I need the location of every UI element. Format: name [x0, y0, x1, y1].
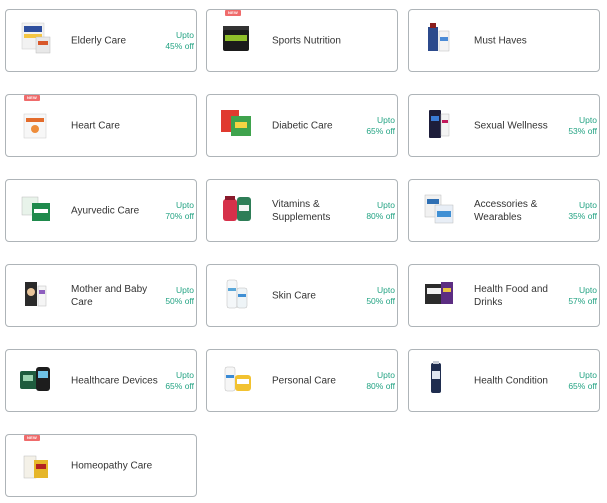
- vitamins-supplements-product-icon: [217, 187, 259, 231]
- discount-label: Upto 80% off: [366, 369, 395, 391]
- category-card-elderly-care[interactable]: Elderly Care Upto 45% off: [5, 9, 197, 72]
- category-card-sports-nutrition[interactable]: NEW Sports Nutrition: [206, 9, 398, 72]
- sports-nutrition-product-icon: [217, 17, 259, 61]
- category-name: Skin Care: [272, 290, 316, 301]
- new-badge: NEW: [24, 435, 40, 441]
- healthcare-devices-product-icon: [16, 357, 58, 401]
- new-badge: NEW: [24, 95, 40, 101]
- category-name: Diabetic Care: [272, 120, 333, 131]
- category-name: Health Food and Drinks: [474, 283, 548, 308]
- category-card-health-food-drinks[interactable]: Health Food and Drinks Upto 57% off: [408, 264, 600, 327]
- heart-care-product-icon: [16, 102, 58, 146]
- category-card-accessories-wearables[interactable]: Accessories & Wearables Upto 35% off: [408, 179, 600, 242]
- discount-label: Upto 70% off: [165, 199, 194, 221]
- skin-care-product-icon: [217, 272, 259, 316]
- discount-label: Upto 65% off: [366, 114, 395, 136]
- elderly-care-product-icon: [16, 17, 58, 61]
- discount-label: Upto 45% off: [165, 29, 194, 51]
- category-card-mother-baby-care[interactable]: Mother and Baby Care Upto 50% off: [5, 264, 197, 327]
- category-card-personal-care[interactable]: Personal Care Upto 80% off: [206, 349, 398, 412]
- category-card-vitamins-supplements[interactable]: Vitamins & Supplements Upto 80% off: [206, 179, 398, 242]
- category-card-health-condition[interactable]: Health Condition Upto 65% off: [408, 349, 600, 412]
- must-haves-product-icon: [419, 17, 461, 61]
- discount-label: Upto 53% off: [568, 114, 597, 136]
- category-name: Mother and Baby Care: [71, 283, 148, 308]
- discount-label: Upto 50% off: [165, 284, 194, 306]
- category-name: Ayurvedic Care: [71, 205, 140, 216]
- category-name: Accessories & Wearables: [474, 198, 538, 223]
- homeopathy-care-product-icon: [16, 442, 58, 486]
- category-card-sexual-wellness[interactable]: Sexual Wellness Upto 53% off: [408, 94, 600, 157]
- discount-label: Upto 57% off: [568, 284, 597, 306]
- category-card-skin-care[interactable]: Skin Care Upto 50% off: [206, 264, 398, 327]
- category-name: Healthcare Devices: [71, 375, 158, 386]
- sexual-wellness-product-icon: [419, 102, 461, 146]
- category-name: Health Condition: [474, 375, 548, 386]
- discount-label: Upto 50% off: [366, 284, 395, 306]
- category-card-healthcare-devices[interactable]: Healthcare Devices Upto 65% off: [5, 349, 197, 412]
- category-card-diabetic-care[interactable]: Diabetic Care Upto 65% off: [206, 94, 398, 157]
- category-card-homeopathy-care[interactable]: NEW Homeopathy Care: [5, 434, 197, 497]
- personal-care-product-icon: [217, 357, 259, 401]
- category-name: Homeopathy Care: [71, 460, 153, 471]
- category-name: Personal Care: [272, 375, 336, 386]
- category-card-heart-care[interactable]: NEW Heart Care: [5, 94, 197, 157]
- category-name: Heart Care: [71, 120, 120, 131]
- category-name: Sexual Wellness: [474, 120, 548, 131]
- new-badge: NEW: [225, 10, 241, 16]
- mother-baby-care-product-icon: [16, 272, 58, 316]
- ayurvedic-care-product-icon: [16, 187, 58, 231]
- category-card-must-haves[interactable]: Must Haves: [408, 9, 600, 72]
- discount-label: Upto 65% off: [165, 369, 194, 391]
- discount-label: Upto 35% off: [568, 199, 597, 221]
- health-food-drinks-product-icon: [419, 272, 461, 316]
- category-name: Elderly Care: [71, 35, 127, 46]
- discount-label: Upto 65% off: [568, 369, 597, 391]
- diabetic-care-product-icon: [217, 102, 259, 146]
- discount-label: Upto 80% off: [366, 199, 395, 221]
- category-name: Must Haves: [474, 35, 527, 46]
- accessories-wearables-product-icon: [419, 187, 461, 231]
- category-name: Sports Nutrition: [272, 35, 341, 46]
- health-condition-product-icon: [419, 357, 461, 401]
- category-name: Vitamins & Supplements: [272, 198, 331, 223]
- category-card-ayurvedic-care[interactable]: Ayurvedic Care Upto 70% off: [5, 179, 197, 242]
